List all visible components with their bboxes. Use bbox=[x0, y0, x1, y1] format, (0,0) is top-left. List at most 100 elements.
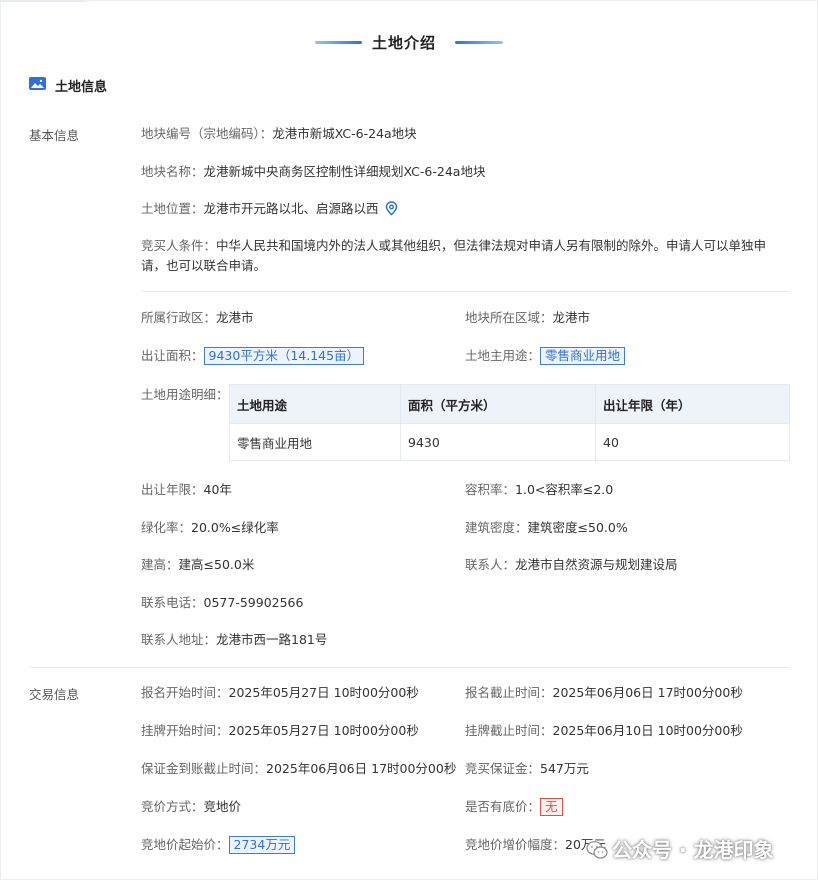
height-row: 建高：建高≤50.0米 bbox=[141, 556, 254, 574]
increment-row: 竞地价增价幅度：20万元 bbox=[465, 836, 606, 854]
phone-row: 联系电话：0577-59902566 bbox=[141, 594, 303, 612]
density-value: 建筑密度≤50.0% bbox=[527, 520, 628, 535]
table-header-cell: 出让年限（年） bbox=[595, 384, 790, 424]
divider bbox=[141, 291, 790, 292]
header-right-decoration bbox=[455, 41, 503, 44]
section-divider bbox=[29, 667, 790, 668]
deposit-value: 547万元 bbox=[540, 761, 589, 776]
list-start-row: 挂牌开始时间：2025年05月27日 10时00分00秒 bbox=[141, 722, 419, 740]
header-left-decoration bbox=[315, 41, 362, 44]
far-label: 容积率： bbox=[465, 482, 516, 497]
wechat-icon bbox=[586, 840, 608, 865]
deposit-label: 竞买保证金： bbox=[465, 761, 541, 776]
start-price-row: 竞地价起始价： 2734万元 bbox=[141, 836, 296, 854]
reg-end-label: 报名截止时间： bbox=[465, 685, 553, 700]
reg-end-value: 2025年06月06日 17时00分00秒 bbox=[552, 685, 743, 700]
section-header: 土地介绍 bbox=[0, 30, 819, 54]
density-row: 建筑密度：建筑密度≤50.0% bbox=[465, 519, 628, 537]
green-label: 绿化率： bbox=[141, 520, 192, 535]
term-value: 40年 bbox=[203, 482, 232, 497]
table-row: 零售商业用地 9430 40 bbox=[229, 423, 790, 461]
region-label: 地块所在区域： bbox=[465, 310, 553, 325]
image-icon bbox=[29, 77, 46, 90]
parcel-no-row: 地块编号（宗地编码）：龙港市新城XC-6-24a地块 bbox=[141, 125, 417, 143]
reg-end-row: 报名截止时间：2025年06月06日 17时00分00秒 bbox=[465, 684, 743, 702]
district-value: 龙港市 bbox=[216, 310, 254, 325]
bidder-condition-row: 竞买人条件：中华人民共和国境内外的法人或其他组织，但法律法规对申请人另有限制的除… bbox=[141, 236, 791, 276]
contact-value: 龙港市自然资源与规划建设局 bbox=[515, 557, 678, 572]
phone-value: 0577-59902566 bbox=[203, 595, 304, 610]
contact-row: 联系人：龙港市自然资源与规划建设局 bbox=[465, 556, 678, 574]
address-value: 龙港市西一路181号 bbox=[216, 632, 328, 647]
address-row: 联系人地址：龙港市西一路181号 bbox=[141, 631, 327, 649]
table-header-cell: 面积（平方米） bbox=[400, 384, 596, 424]
main-use-label: 土地主用途： bbox=[465, 348, 541, 363]
density-label: 建筑密度： bbox=[465, 520, 528, 535]
start-price-tag: 2734万元 bbox=[228, 836, 296, 854]
reserve-row: 是否有底价：无 bbox=[465, 798, 563, 816]
reserve-label: 是否有底价： bbox=[465, 799, 541, 814]
parcel-no-value: 龙港市新城XC-6-24a地块 bbox=[272, 126, 417, 141]
usage-table: 土地用途 面积（平方米） 出让年限（年） 零售商业用地 9430 40 bbox=[229, 384, 790, 461]
far-value: 1.0<容积率≤2.0 bbox=[515, 482, 614, 497]
list-end-row: 挂牌截止时间：2025年06月10日 10时00分00秒 bbox=[465, 722, 743, 740]
region-row: 地块所在区域：龙港市 bbox=[465, 309, 590, 327]
main-use-row: 土地主用途： 零售商业用地 bbox=[465, 347, 626, 365]
deposit-deadline-row: 保证金到账截止时间：2025年06月06日 17时00分00秒 bbox=[141, 760, 456, 778]
reg-start-label: 报名开始时间： bbox=[141, 685, 229, 700]
address-label: 联系人地址： bbox=[141, 632, 217, 647]
height-value: 建高≤50.0米 bbox=[178, 557, 255, 572]
deposit-deadline-value: 2025年06月06日 17时00分00秒 bbox=[266, 761, 457, 776]
list-start-value: 2025年05月27日 10时00分00秒 bbox=[228, 723, 419, 738]
term-row: 出让年限：40年 bbox=[141, 481, 232, 499]
location-value: 龙港市开元路以北、启源路以西 bbox=[203, 201, 379, 216]
list-end-value: 2025年06月10日 10时00分00秒 bbox=[552, 723, 743, 738]
term-label: 出让年限： bbox=[141, 482, 204, 497]
table-header-cell: 土地用途 bbox=[229, 384, 401, 424]
location-label: 土地位置： bbox=[141, 201, 204, 216]
bidder-condition-label: 竞买人条件： bbox=[141, 238, 217, 253]
start-price-label: 竞地价起始价： bbox=[141, 837, 229, 852]
reg-start-value: 2025年05月27日 10时00分00秒 bbox=[228, 685, 419, 700]
bid-method-label: 竞价方式： bbox=[141, 799, 204, 814]
list-end-label: 挂牌截止时间： bbox=[465, 723, 553, 738]
usage-detail-label: 土地用途明细： bbox=[141, 386, 229, 404]
increment-label: 竞地价增价幅度： bbox=[465, 837, 566, 852]
parcel-name-label: 地块名称： bbox=[141, 164, 204, 179]
bidder-condition-value: 中华人民共和国境内外的法人或其他组织，但法律法规对申请人另有限制的除外。申请人可… bbox=[141, 238, 767, 273]
table-cell: 零售商业用地 bbox=[229, 423, 401, 461]
reserve-badge: 无 bbox=[540, 798, 563, 816]
table-cell: 9430 bbox=[400, 423, 596, 461]
region-value: 龙港市 bbox=[552, 310, 591, 325]
bid-method-value: 竞地价 bbox=[203, 799, 242, 814]
trade-info-label: 交易信息 bbox=[29, 687, 80, 702]
top-tab-strip bbox=[0, 0, 87, 2]
parcel-name-row: 地块名称：龙港新城中央商务区控制性详细规划XC-6-24a地块 bbox=[141, 163, 485, 181]
district-label: 所属行政区： bbox=[141, 310, 217, 325]
green-row: 绿化率：20.0%≤绿化率 bbox=[141, 519, 279, 537]
district-row: 所属行政区：龙港市 bbox=[141, 309, 254, 327]
parcel-name-value: 龙港新城中央商务区控制性详细规划XC-6-24a地块 bbox=[203, 164, 486, 179]
list-start-label: 挂牌开始时间： bbox=[141, 723, 229, 738]
far-row: 容积率：1.0<容积率≤2.0 bbox=[465, 481, 613, 499]
main-use-tag: 零售商业用地 bbox=[540, 347, 626, 365]
area-label: 出让面积： bbox=[141, 348, 204, 363]
reg-start-row: 报名开始时间：2025年05月27日 10时00分00秒 bbox=[141, 684, 419, 702]
table-header-row: 土地用途 面积（平方米） 出让年限（年） bbox=[229, 384, 790, 424]
deposit-deadline-label: 保证金到账截止时间： bbox=[141, 761, 267, 776]
phone-label: 联系电话： bbox=[141, 595, 204, 610]
location-row: 土地位置：龙港市开元路以北、启源路以西 bbox=[141, 200, 398, 221]
basic-info-label: 基本信息 bbox=[29, 128, 80, 143]
green-value: 20.0%≤绿化率 bbox=[191, 520, 279, 535]
height-label: 建高： bbox=[141, 557, 179, 572]
map-pin-icon[interactable] bbox=[385, 201, 398, 221]
watermark: 公众号 · 龙港印象 bbox=[586, 834, 774, 865]
usage-detail-label-text: 土地用途明细： bbox=[141, 387, 229, 402]
watermark-text: 公众号 · 龙港印象 bbox=[612, 838, 774, 862]
bid-method-row: 竞价方式：竞地价 bbox=[141, 798, 241, 816]
table-cell: 40 bbox=[595, 423, 790, 461]
deposit-row: 竞买保证金：547万元 bbox=[465, 760, 589, 778]
page-title: 土地介绍 bbox=[372, 34, 437, 52]
contact-label: 联系人： bbox=[465, 557, 516, 572]
area-tag: 9430平方米（14.145亩） bbox=[203, 347, 365, 365]
